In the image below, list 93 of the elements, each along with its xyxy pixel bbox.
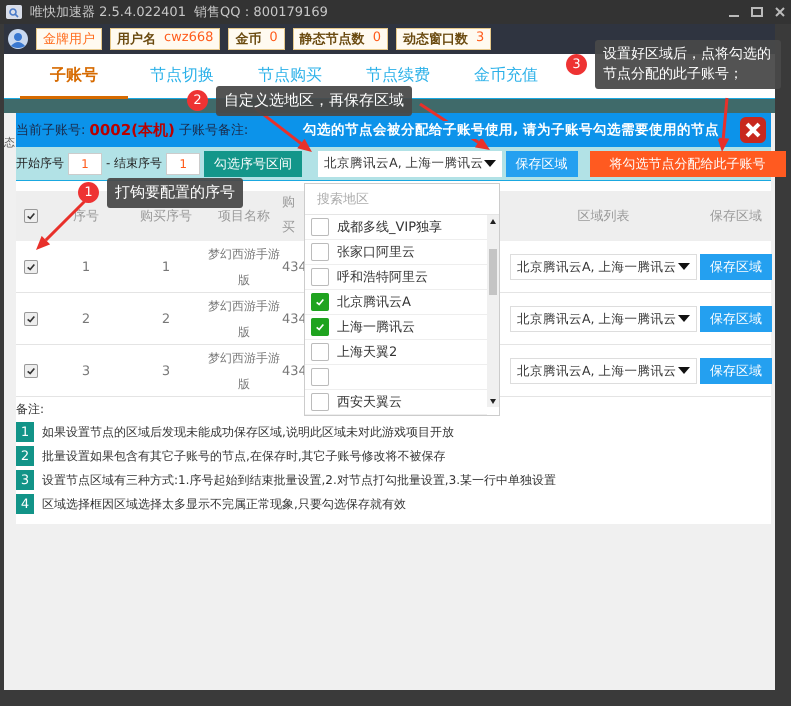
checkbox[interactable] <box>24 364 38 378</box>
end-field[interactable]: 1 <box>166 152 200 174</box>
account-label: 当前子账号: <box>16 122 86 139</box>
save-button[interactable]: 保存区域 <box>700 254 772 280</box>
column-header: 保存区域 <box>710 208 762 225</box>
checkbox[interactable] <box>311 218 329 236</box>
checkbox[interactable] <box>311 393 329 411</box>
tooltip: 打钩要配置的序号 <box>107 178 243 208</box>
stat-label: 动态窗口数 <box>402 30 468 48</box>
save-button[interactable]: 保存区域 <box>506 150 578 176</box>
checkbox[interactable] <box>311 368 329 386</box>
stat-label: 静态节点数 <box>300 31 365 48</box>
table-cell: 2 <box>162 312 170 327</box>
region-option[interactable]: 上海天翼2 <box>305 340 487 365</box>
tooltip: 自定义选地区，再保存区域 <box>216 86 412 116</box>
background-text: 态 <box>4 136 15 149</box>
stat-value: 0 <box>269 30 278 47</box>
save-button[interactable]: 保存区域 <box>700 358 772 384</box>
remark-label: 子账号备注: <box>178 122 248 139</box>
notes-label: 备注: <box>16 401 44 418</box>
checkbox[interactable] <box>311 243 329 261</box>
avatar-icon <box>8 29 28 49</box>
end-label: - 结束序号 <box>106 155 162 172</box>
region-option[interactable]: 北京腾讯云A <box>305 290 487 315</box>
checkbox[interactable] <box>311 268 329 286</box>
table-cell: 1 <box>82 260 90 275</box>
pointer-arrow <box>717 98 730 152</box>
close-icon[interactable] <box>775 7 785 17</box>
table-cell: 2 <box>82 312 90 327</box>
stat-value: 3 <box>476 30 484 47</box>
caret-icon <box>484 160 496 168</box>
save-button[interactable]: 保存区域 <box>700 306 772 332</box>
note-text: 批量设置如果包含有其它子账号的节点,在保存时,其它子账号修改将不被保存 <box>42 448 446 464</box>
stat-label: 金币 <box>235 30 262 48</box>
start-label: 开始序号 <box>16 155 64 172</box>
table-cell-text: 梦幻西游手游版 <box>207 246 281 290</box>
assign-button[interactable]: 将勾选节点分配给此子账号 <box>590 150 786 176</box>
checkbox[interactable] <box>311 343 329 361</box>
column-header: 项目名称 <box>218 208 270 225</box>
checkmark-icon <box>26 314 36 324</box>
region-option[interactable]: 成都多线_VIP独享 <box>305 215 487 240</box>
region-select[interactable]: 北京腾讯云A, 上海一腾讯云 <box>318 150 502 176</box>
region-option[interactable]: 西安天翼云 <box>305 390 487 415</box>
caret-icon <box>678 367 690 376</box>
note-text: 区域选择框因区域选择太多显示不完属正常现象,只要勾选保存就有效 <box>42 496 406 512</box>
pointer-arrow <box>36 198 88 250</box>
region-option[interactable]: 上海一腾讯云 <box>305 315 487 340</box>
region-select[interactable]: 北京腾讯云A, 上海一腾讯云 <box>510 358 697 384</box>
checkmark-icon <box>26 366 36 376</box>
column-header: 区域列表 <box>578 208 630 225</box>
table-cell: 1 <box>162 260 170 275</box>
note-number: 3 <box>16 470 34 490</box>
stat-label: 用户名 <box>117 30 156 48</box>
stat-value: 0 <box>372 30 381 47</box>
checkbox[interactable] <box>311 293 329 311</box>
checkmark-icon <box>315 297 325 307</box>
notice-text: 勾选的节点会被分配给子账号使用, 请为子账号勾选需要使用的节点 <box>303 121 719 139</box>
note-number: 4 <box>16 494 34 514</box>
region-select[interactable]: 北京腾讯云A, 上海一腾讯云 <box>510 306 697 332</box>
checkmark-icon <box>315 322 325 332</box>
table-cell-text: 梦幻西游手游版 <box>207 298 281 342</box>
checkmark-icon <box>26 262 36 272</box>
window-title: 唯快加速器 2.5.4.022401 <box>30 4 186 21</box>
close-icon[interactable] <box>739 116 767 144</box>
checkbox[interactable] <box>24 312 38 326</box>
note-number: 1 <box>16 422 34 442</box>
checkbox[interactable] <box>24 209 38 223</box>
region-option[interactable]: 张家口阿里云 <box>305 240 487 265</box>
table-cell-text: 梦幻西游手游版 <box>207 350 281 394</box>
app-icon <box>6 5 22 19</box>
member-level: 金牌用户 <box>36 28 102 50</box>
range-button[interactable]: 勾选序号区间 <box>204 150 302 176</box>
column-header: 购买序号 <box>140 208 192 225</box>
note-text: 设置节点区域有三种方式:1.序号起始到结束批量设置,2.对节点打勾批量设置,3.某一行中单独设置 <box>42 472 556 488</box>
column-header: 购买 <box>282 194 295 237</box>
checkbox[interactable] <box>311 318 329 336</box>
table-cell: 3 <box>82 364 90 379</box>
sales-qq: 销售QQ：800179169 <box>194 4 328 21</box>
tab[interactable]: 金币充值 <box>452 54 560 99</box>
caret-icon <box>678 315 690 324</box>
maximize-icon[interactable] <box>751 7 763 17</box>
note-number: 2 <box>16 446 34 466</box>
region-option[interactable]: 呼和浩特阿里云 <box>305 265 487 290</box>
caret-icon <box>678 263 690 272</box>
checkbox[interactable] <box>24 260 38 274</box>
table-cell: 3 <box>162 364 170 379</box>
checkmark-icon <box>26 211 36 221</box>
stat-value: cwz668 <box>164 30 214 47</box>
account-id: 0002(本机) <box>89 120 175 140</box>
start-field[interactable]: 1 <box>68 152 102 174</box>
region-select[interactable]: 北京腾讯云A, 上海一腾讯云 <box>510 254 697 280</box>
note-text: 如果设置节点的区域后发现未能成功保存区域,说明此区域未对此游戏项目开放 <box>42 424 454 440</box>
tooltip: 设置好区域后，点将勾选的节点分配的此子账号； <box>595 40 781 89</box>
